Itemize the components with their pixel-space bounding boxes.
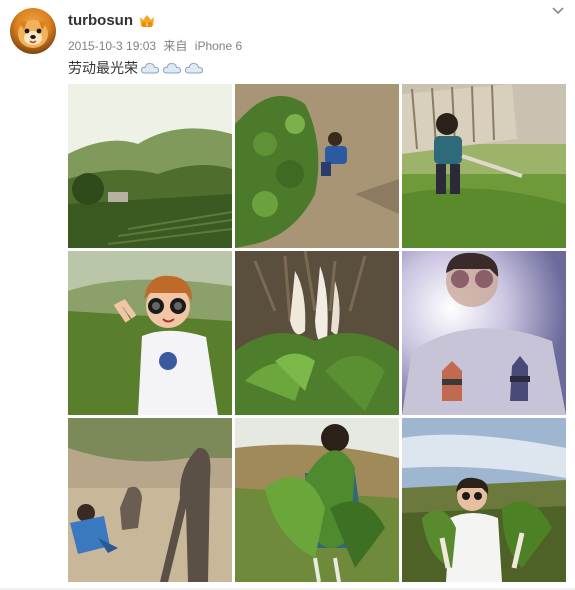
selfie-sunglasses-photo[interactable]	[68, 251, 232, 415]
user-avatar[interactable]	[10, 8, 56, 54]
dog-avatar-icon	[18, 20, 48, 48]
holding-greens-photo[interactable]	[235, 418, 399, 582]
cloud-emoji-icon	[162, 62, 182, 74]
harvested-radish-photo[interactable]	[235, 251, 399, 415]
tshirt-selfie-photo[interactable]	[402, 251, 566, 415]
chevron-down-icon[interactable]	[551, 4, 565, 18]
source-prefix: 来自	[163, 39, 188, 53]
caption-text: 劳动最光荣	[68, 60, 138, 76]
holding-radishes-photo[interactable]	[402, 418, 566, 582]
post-source[interactable]: iPhone 6	[195, 39, 242, 53]
post-caption: 劳动最光荣	[68, 58, 204, 78]
cloud-emoji-icon	[184, 62, 204, 74]
post-meta: 2015-10-3 19:03 来自 iPhone 6	[68, 37, 242, 54]
svg-text:6: 6	[146, 22, 149, 27]
child-in-garden-photo[interactable]	[235, 84, 399, 248]
mountain-field-photo[interactable]	[68, 84, 232, 248]
shadow-on-ground-photo[interactable]	[68, 418, 232, 582]
photo-grid	[68, 84, 567, 583]
vip-badge-icon[interactable]: 6	[138, 13, 156, 29]
child-with-hoe-photo[interactable]	[402, 84, 566, 248]
username[interactable]: turbosun	[68, 12, 133, 29]
post-time[interactable]: 2015-10-3 19:03	[68, 39, 156, 53]
cloud-emoji-icon	[140, 62, 160, 74]
